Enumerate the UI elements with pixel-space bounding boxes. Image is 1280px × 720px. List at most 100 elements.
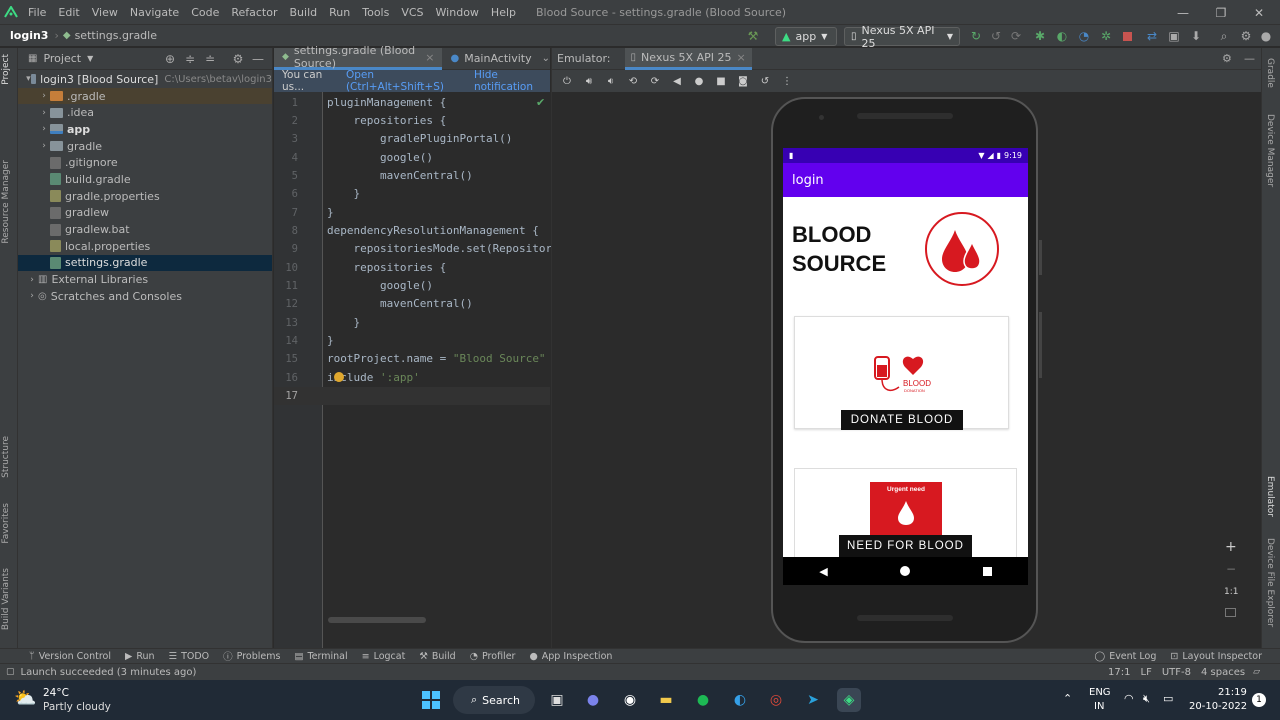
menu-help[interactable]: Help [485, 6, 522, 19]
expand-all-icon[interactable]: ≑ [182, 51, 198, 67]
nav-recents-icon[interactable] [982, 566, 992, 576]
status-message[interactable]: Launch succeeded (3 minutes ago) [21, 667, 197, 678]
close-tab-icon[interactable]: × [736, 51, 745, 64]
telegram-icon[interactable]: ➤ [801, 688, 825, 712]
tree-item-local-properties[interactable]: local.properties [18, 238, 272, 255]
tool-run[interactable]: ▶ Run [118, 651, 162, 662]
tool-problems[interactable]: ⓘ Problems [216, 649, 287, 664]
tool-version-control[interactable]: ᛘ Version Control [22, 651, 118, 662]
close-icon[interactable]: ✕ [1242, 0, 1276, 25]
donate-blood-button[interactable]: DONATE BLOOD [841, 410, 963, 430]
left-tab-favorites[interactable]: Favorites [1, 503, 11, 544]
github-icon[interactable]: ◉ [618, 688, 642, 712]
account-icon[interactable]: ● [1258, 27, 1274, 45]
notice-open-link[interactable]: Open (Ctrl+Alt+Shift+S) [346, 69, 460, 93]
tree-item-scratches[interactable]: › ◎ Scratches and Consoles [18, 288, 272, 305]
right-tab-device-file-explorer[interactable]: Device File Explorer [1265, 538, 1275, 627]
menu-vcs[interactable]: VCS [395, 6, 429, 19]
tool-terminal[interactable]: ▤ Terminal [287, 651, 354, 662]
right-tab-emulator[interactable]: Emulator [1265, 476, 1275, 517]
phone-power-key[interactable] [1039, 312, 1042, 378]
tab-main-activity[interactable]: ● MainActivity [442, 48, 539, 70]
hammer-build-icon[interactable]: ⚒ [744, 27, 762, 45]
volume-down-icon[interactable]: 🔉︎ [602, 72, 620, 90]
maximize-icon[interactable]: ❐ [1204, 0, 1238, 25]
volume-up-icon[interactable]: 🔊︎ [580, 72, 598, 90]
weather-desc[interactable]: Partly cloudy [43, 701, 111, 713]
tree-item-app[interactable]: › app [18, 121, 272, 138]
indent-setting[interactable]: 4 spaces [1201, 667, 1245, 678]
taskbar-search[interactable]: ⌕ Search [453, 686, 535, 714]
notice-hide-link[interactable]: Hide notification [474, 69, 550, 93]
nav-back-icon[interactable]: ◀ [819, 565, 827, 578]
menu-view[interactable]: View [86, 6, 124, 19]
rerun-icon[interactable]: ↻ [968, 27, 984, 45]
notification-badge[interactable]: 1 [1252, 693, 1266, 707]
left-tab-build-variants[interactable]: Build Variants [1, 568, 11, 630]
tree-root[interactable]: ▾ login3 [Blood Source] C:\Users\betav\l… [18, 71, 272, 88]
menu-code[interactable]: Code [185, 6, 225, 19]
tool-logcat[interactable]: ≡ Logcat [355, 651, 413, 662]
lang-secondary[interactable]: IN [1094, 701, 1104, 712]
tree-item-settings-gradle[interactable]: settings.gradle [18, 254, 272, 272]
file-explorer-icon[interactable]: ▬ [654, 688, 678, 712]
more-options-icon[interactable]: ⋮ [778, 72, 796, 90]
file-encoding[interactable]: UTF-8 [1162, 667, 1191, 678]
tool-build[interactable]: ⚒ Build [412, 651, 462, 662]
screenshot-icon[interactable]: ◙ [734, 72, 752, 90]
clock-date[interactable]: 20-10-2022 [1189, 701, 1247, 712]
chrome-icon[interactable]: ◎ [764, 688, 788, 712]
clock-time[interactable]: 21:19 [1218, 687, 1247, 698]
tool-event-log[interactable]: ◯ Event Log [1088, 651, 1164, 662]
zoom-actual-button[interactable]: 1:1 [1224, 587, 1238, 597]
minimize-icon[interactable]: — [1166, 0, 1200, 25]
status-toggle-icon[interactable]: ▢ [6, 667, 15, 677]
apply-changes-icon[interactable]: ↺ [988, 27, 1004, 45]
left-tab-structure[interactable]: Structure [1, 436, 11, 478]
phone-volume-key[interactable] [1039, 240, 1042, 275]
windows-start-icon[interactable] [419, 688, 443, 712]
chevron-up-icon[interactable]: ⌃ [1063, 692, 1072, 705]
menu-run[interactable]: Run [323, 6, 356, 19]
left-tab-project[interactable]: Project [1, 54, 11, 85]
debug-icon[interactable]: ✱ [1032, 27, 1048, 45]
snapshot-icon[interactable]: ↺ [756, 72, 774, 90]
run-config-dropdown[interactable]: ▲ app ▼ [775, 27, 837, 46]
lightbulb-icon[interactable] [334, 372, 344, 382]
tool-app-inspection[interactable]: ● App Inspection [522, 651, 619, 662]
menu-navigate[interactable]: Navigate [124, 6, 185, 19]
tree-item-build-gradle[interactable]: build.gradle [18, 171, 272, 188]
tabs-dropdown-icon[interactable]: ⌄ [542, 53, 550, 64]
volume-muted-icon[interactable]: 🔇︎ [1143, 692, 1150, 706]
settings-gear-icon[interactable]: ⚙ [1238, 27, 1254, 45]
chevron-down-icon[interactable]: ▼ [87, 54, 93, 63]
menu-build[interactable]: Build [284, 6, 324, 19]
rotate-left-icon[interactable]: ⟲ [624, 72, 642, 90]
battery-icon[interactable]: ▭ [1163, 692, 1173, 705]
tree-item-external-libraries[interactable]: › ▥ External Libraries [18, 271, 272, 288]
overview-icon[interactable]: ■ [712, 72, 730, 90]
power-icon[interactable]: ⏻ [558, 72, 576, 90]
locate-icon[interactable]: ⊕ [162, 51, 178, 67]
wifi-icon[interactable]: ◠ [1124, 692, 1134, 705]
breadcrumb-project[interactable]: login3 [10, 29, 48, 42]
collapse-all-icon[interactable]: ≐ [202, 51, 218, 67]
tree-item-gradle-properties[interactable]: gradle.properties [18, 188, 272, 205]
edge-icon[interactable]: ◐ [728, 688, 752, 712]
hide-panel-icon[interactable]: — [250, 51, 266, 67]
close-tab-icon[interactable]: × [425, 51, 434, 64]
attach-debugger-icon[interactable]: ✲ [1098, 27, 1114, 45]
menu-file[interactable]: File [22, 6, 52, 19]
tool-profiler[interactable]: ◔ Profiler [463, 651, 523, 662]
rotate-right-icon[interactable]: ⟳ [646, 72, 664, 90]
tree-item-gradle-dir[interactable]: › .gradle [18, 87, 272, 105]
horizontal-scrollbar[interactable] [328, 617, 426, 623]
stop-icon[interactable] [1120, 27, 1134, 45]
tree-item-gradlew[interactable]: gradlew [18, 205, 272, 222]
zoom-in-button[interactable]: + [1225, 539, 1237, 555]
teams-chat-icon[interactable]: ● [581, 688, 605, 712]
device-dropdown[interactable]: ▯ Nexus 5X API 25 ▼ [844, 24, 960, 50]
weather-icon[interactable]: ⛅ [14, 688, 36, 709]
donate-blood-card[interactable]: BLOOD DONATION DONATE BLOOD [794, 316, 1009, 430]
task-view-icon[interactable]: ▣ [545, 688, 569, 712]
